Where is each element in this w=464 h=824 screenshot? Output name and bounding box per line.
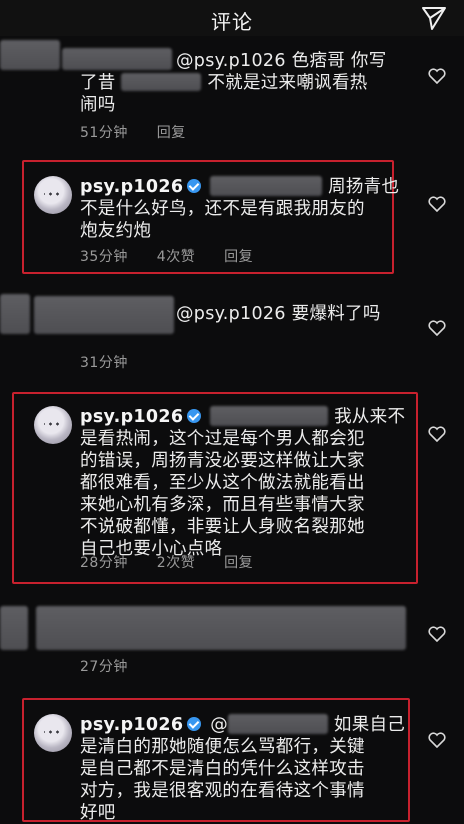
- comment-1-line2-prefix: 了昔: [80, 73, 116, 93]
- comment-4-line6: 不说破都懂，非要让人身败名裂那她: [80, 517, 365, 537]
- comment-1: @psy.p1026 色痞哥 你写 了昔 不就是过来嘲讽看热 闹吗 51分钟 回…: [0, 36, 464, 146]
- username[interactable]: psy.p1026: [80, 715, 183, 735]
- comment-2-line2: 不是什么好鸟，还不是有跟我朋友的: [80, 199, 365, 219]
- send-icon[interactable]: [420, 4, 448, 32]
- comment-6-line2: 是清白的那她随便怎么骂都行，关键: [80, 737, 365, 757]
- username[interactable]: psy.p1026: [80, 407, 183, 427]
- comment-2: psy.p1026 周扬青也 不是什么好鸟，还不是有跟我朋友的 炮友约炮 35分…: [0, 166, 464, 266]
- comment-6: psy.p1026 @ 如果自己 是清白的那她随便怎么骂都行，关键 是自己都不是…: [0, 706, 464, 823]
- verified-badge-icon: [187, 409, 202, 423]
- comment-3: @psy.p1026 要爆料了吗 31分钟: [0, 288, 464, 371]
- comment-4-line3: 的错误，周扬青没必要这样做让大家: [80, 451, 365, 471]
- heart-icon[interactable]: [428, 626, 446, 642]
- comment-6-line4: 对方，我是很客观的在看待这个事情: [80, 781, 365, 801]
- blurred-username: [34, 296, 174, 334]
- comment-4: psy.p1026 我从来不 是看热闹，这个过是每个男人都会犯 的错误，周扬青没…: [0, 398, 464, 578]
- comment-time: 51分钟: [80, 125, 128, 141]
- page-title: 评论: [211, 10, 253, 34]
- comment-2-line3: 炮友约炮: [80, 221, 152, 241]
- comment-1-line3: 闹吗: [80, 95, 116, 115]
- comment-2-meta: 35分钟 4次赞 回复: [80, 246, 277, 266]
- comment-3-meta: 31分钟: [80, 352, 152, 372]
- avatar[interactable]: [34, 176, 72, 214]
- blurred-avatar: [0, 294, 30, 334]
- reply-button[interactable]: 回复: [224, 249, 253, 265]
- likes-count[interactable]: 2次赞: [157, 555, 195, 571]
- comment-time: 27分钟: [80, 659, 128, 675]
- comment-4-line1-tail: 我从来不: [334, 407, 406, 427]
- comment-5-meta: 27分钟: [80, 656, 152, 676]
- heart-icon[interactable]: [428, 68, 446, 84]
- avatar[interactable]: [34, 406, 72, 444]
- comment-6-line3: 是自己都不是清白的凭什么这样攻击: [80, 759, 365, 779]
- comment-5: 27分钟: [0, 600, 464, 680]
- blurred-mention: [210, 406, 329, 426]
- comment-1-line1: @psy.p1026 色痞哥 你写: [176, 51, 387, 71]
- comment-time: 31分钟: [80, 355, 128, 371]
- heart-icon[interactable]: [428, 426, 446, 442]
- comment-2-line1-tail: 周扬青也: [328, 177, 400, 197]
- comment-4-line5: 来她心机有多深，而且有些事情大家: [80, 495, 365, 515]
- blurred-mention: [228, 714, 329, 734]
- blurred-avatar: [0, 606, 28, 650]
- top-bar: 评论: [0, 0, 464, 36]
- username[interactable]: psy.p1026: [80, 177, 183, 197]
- heart-icon[interactable]: [428, 320, 446, 336]
- blurred-username: [62, 48, 172, 70]
- comment-6-line1-tail: 如果自己: [333, 715, 406, 735]
- blurred-avatar: [0, 40, 60, 70]
- heart-icon[interactable]: [428, 196, 446, 212]
- reply-button[interactable]: 回复: [224, 555, 253, 571]
- comment-4-meta: 28分钟 2次赞 回复: [80, 552, 277, 572]
- comment-1-meta: 51分钟 回复: [80, 122, 210, 142]
- likes-count[interactable]: 4次赞: [157, 249, 195, 265]
- comment-1-line2-suffix: 不就是过来嘲讽看热: [207, 73, 368, 93]
- reply-button[interactable]: 回复: [157, 125, 186, 141]
- comment-time: 35分钟: [80, 249, 128, 265]
- comment-6-line5: 好吧: [80, 803, 116, 823]
- comment-time: 28分钟: [80, 555, 128, 571]
- verified-badge-icon: [187, 179, 202, 193]
- comment-3-text: @psy.p1026 要爆料了吗: [176, 304, 381, 324]
- comment-4-line4: 都很难看，至少从这个做法就能看出: [80, 473, 365, 493]
- heart-icon[interactable]: [428, 732, 446, 748]
- blurred-comment-text: [36, 606, 406, 650]
- blurred-text: [121, 73, 202, 91]
- blurred-mention: [210, 176, 323, 196]
- verified-badge-icon: [187, 717, 202, 731]
- mention-prefix: @: [210, 715, 229, 735]
- comment-4-line2: 是看热闹，这个过是每个男人都会犯: [80, 429, 365, 449]
- avatar[interactable]: [34, 714, 72, 752]
